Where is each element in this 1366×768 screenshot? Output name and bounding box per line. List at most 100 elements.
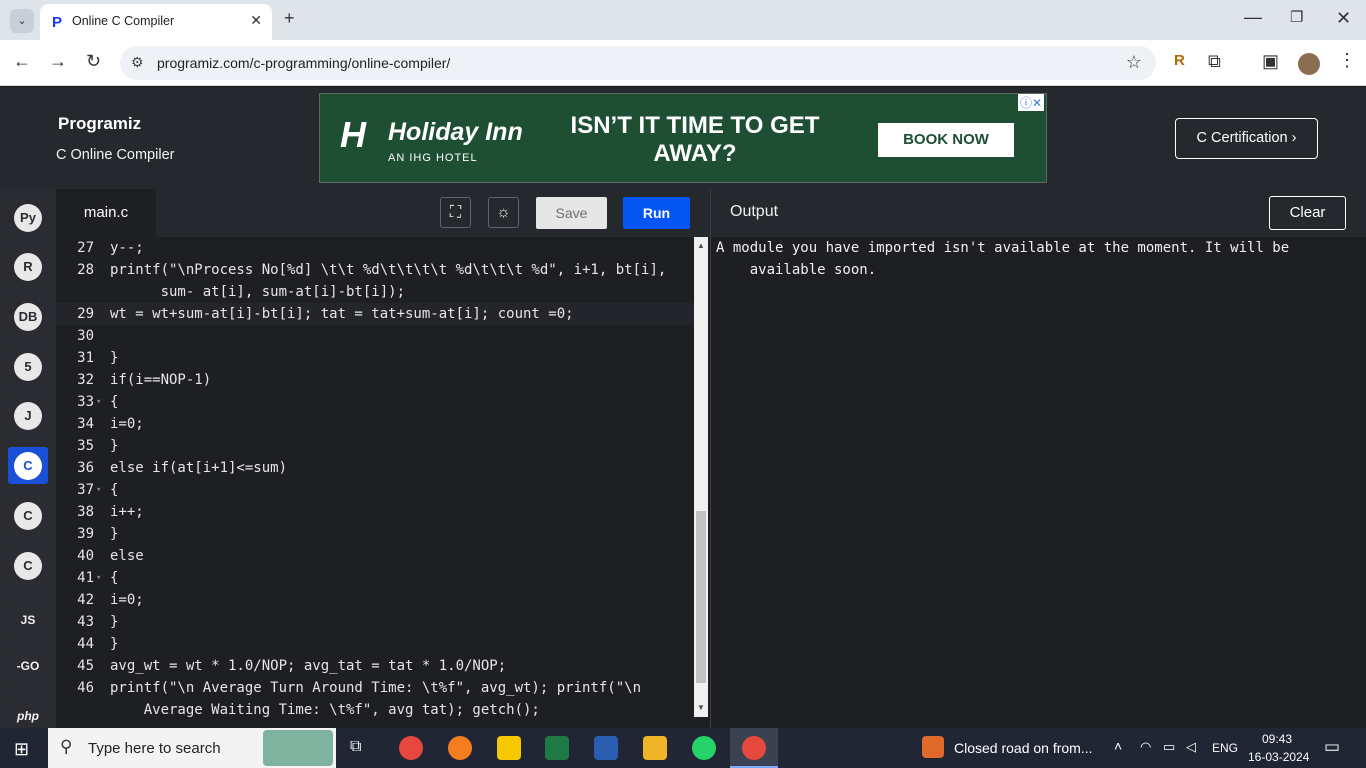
windows-taskbar: ⊞ ⚲ Type here to search ⧉ Closed road on… — [0, 728, 1366, 768]
html5-icon: 5 — [14, 352, 42, 381]
speaker-icon[interactable]: ◁ — [1186, 739, 1196, 755]
site-header: Programiz C Online Compiler H Holiday In… — [0, 87, 1366, 189]
code-line: 39} — [77, 526, 119, 542]
window-close-icon[interactable]: ✕ — [1336, 8, 1351, 29]
browser-menu-icon[interactable]: ⋮ — [1338, 50, 1356, 71]
file-explorer-app-icon[interactable] — [643, 736, 667, 760]
editor-toolbar: main.c ⛶ ☼ Save Run — [56, 189, 710, 237]
battery-icon[interactable]: ▭ — [1163, 739, 1175, 755]
python-icon: Py — [14, 203, 42, 232]
js-lang-button[interactable]: JS — [8, 601, 48, 638]
code-line: 38 i++; — [77, 504, 144, 520]
code-line: 35} — [77, 438, 119, 454]
java-lang-button[interactable]: J — [8, 397, 48, 434]
output-panel: Output Clear A module you have imported … — [710, 189, 1366, 729]
chrome-active-app[interactable] — [730, 728, 778, 768]
profile-avatar[interactable] — [1298, 53, 1320, 75]
site-info-icon[interactable]: ⚙ — [131, 54, 144, 71]
sql-lang-button[interactable]: DB — [8, 298, 48, 335]
minimize-icon[interactable]: — — [1244, 7, 1262, 28]
restore-icon[interactable]: ❐ — [1290, 8, 1303, 26]
taskbar-search-box[interactable]: ⚲ Type here to search — [48, 728, 336, 768]
close-tab-icon[interactable]: ✕ — [250, 12, 262, 29]
programiz-logo[interactable]: Programiz — [58, 114, 141, 134]
programiz-favicon-icon: P — [52, 14, 63, 31]
c-certification-button[interactable]: C Certification › — [1175, 118, 1318, 159]
csharp-icon: C — [14, 551, 42, 580]
tray-chevron-icon[interactable]: ˄ — [1114, 738, 1122, 754]
clock-date[interactable]: 16-03-2024 — [1248, 750, 1309, 764]
tab-search-chevron-icon[interactable]: ⌄ — [10, 9, 34, 33]
reload-icon[interactable]: ↻ — [86, 51, 101, 72]
clear-button[interactable]: Clear — [1269, 196, 1346, 230]
excel-app-icon[interactable] — [545, 736, 569, 760]
windows-start-icon[interactable]: ⊞ — [14, 739, 29, 760]
browser-toolbar: ← → ↻ ⚙ programiz.com/c-programming/onli… — [0, 40, 1366, 86]
ad-brand-sub: AN IHG HOTEL — [388, 152, 478, 164]
cpp-lang-button[interactable]: C — [8, 497, 48, 534]
output-console[interactable]: A module you have imported isn't availab… — [716, 237, 1356, 281]
browser-tab[interactable]: P Online C Compiler ✕ — [40, 4, 272, 40]
clock-time[interactable]: 09:43 — [1262, 732, 1292, 746]
forward-icon[interactable]: → — [49, 51, 67, 72]
side-panel-icon[interactable]: ▣ — [1262, 51, 1279, 72]
scroll-up-arrow-icon[interactable]: ▲ — [697, 241, 705, 250]
input-language[interactable]: ENG — [1212, 741, 1238, 755]
weather-traffic-icon[interactable] — [922, 736, 944, 758]
run-button[interactable]: Run — [623, 197, 690, 229]
back-icon[interactable]: ← — [13, 51, 31, 72]
new-tab-icon[interactable]: + — [284, 8, 295, 29]
editor-scrollbar-thumb[interactable] — [696, 511, 706, 683]
bookmark-star-icon[interactable]: ☆ — [1126, 52, 1142, 73]
chrome-app-icon[interactable] — [399, 736, 423, 760]
chrome-active-icon — [742, 736, 766, 760]
r-lang-button[interactable]: R — [8, 248, 48, 285]
whatsapp-app-icon[interactable] — [692, 736, 716, 760]
code-line: 40 else — [77, 548, 144, 564]
go-icon: -GO — [16, 658, 40, 673]
code-line-current: 29 wt = wt+sum-at[i]-bt[i]; tat = tat+sum… — [56, 303, 694, 325]
r-icon: R — [14, 252, 42, 281]
search-icon: ⚲ — [60, 737, 73, 756]
ad-headline: ISN’T IT TIME TO GET AWAY? — [570, 112, 820, 167]
js-icon: JS — [20, 612, 36, 627]
ad-book-now-button[interactable]: BOOK NOW — [878, 123, 1014, 157]
code-area[interactable]: 27 y--; 28 printf("\nProcess No[%d] \t\t %… — [56, 237, 694, 717]
weather-news-text[interactable]: Closed road on from... — [954, 740, 1093, 756]
go-lang-button[interactable]: -GO — [8, 647, 48, 684]
code-line: 36 else if(at[i+1]<=sum) — [77, 460, 288, 476]
task-view-icon[interactable]: ⧉ — [350, 738, 361, 756]
address-bar[interactable]: ⚙ programiz.com/c-programming/online-com… — [120, 46, 1156, 80]
csharp-lang-button[interactable]: C — [8, 547, 48, 584]
code-line: Average Waiting Time: \t%f", avg_tat); g… — [110, 702, 540, 717]
file-tab-main-c[interactable]: main.c — [56, 189, 156, 237]
python-lang-button[interactable]: Py — [8, 199, 48, 236]
wifi-icon[interactable]: ◠ — [1140, 739, 1151, 755]
cpp-icon: C — [14, 501, 42, 530]
output-header: Output Clear — [711, 189, 1366, 237]
ad-brand: Holiday Inn — [388, 118, 523, 146]
url-text: programiz.com/c-programming/online-compi… — [157, 55, 451, 71]
html-lang-button[interactable]: 5 — [8, 348, 48, 385]
tab-title: Online C Compiler — [72, 14, 175, 28]
theme-toggle-sun-icon[interactable]: ☼ — [488, 197, 519, 228]
extension-icon[interactable]: R — [1174, 52, 1185, 69]
scroll-down-arrow-icon[interactable]: ▼ — [697, 703, 705, 712]
sticky-notes-app-icon[interactable] — [497, 736, 521, 760]
output-title: Output — [730, 203, 779, 220]
page-subtitle: C Online Compiler — [56, 147, 175, 163]
search-placeholder: Type here to search — [88, 740, 221, 757]
code-line: 28 printf("\nProcess No[%d] \t\t %d\t\t\t… — [77, 262, 667, 278]
c-lang-button[interactable]: C — [8, 447, 48, 484]
ad-choices-close-icon[interactable]: ⓘ✕ — [1017, 94, 1044, 111]
language-sidebar: Py R DB 5 J C C C JS -GO php — [0, 189, 56, 734]
browser-tab-bar: ⌄ P Online C Compiler ✕ + — ❐ ✕ — [0, 0, 1366, 40]
word-app-icon[interactable] — [594, 736, 618, 760]
save-button[interactable]: Save — [536, 197, 607, 229]
output-line: available soon. — [716, 262, 877, 278]
fullscreen-icon[interactable]: ⛶ — [440, 197, 471, 228]
extensions-puzzle-icon[interactable]: ⧉ — [1208, 51, 1221, 72]
advertisement-banner[interactable]: H Holiday Inn AN IHG HOTEL ISN’T IT TIME… — [319, 93, 1047, 183]
firefox-app-icon[interactable] — [448, 736, 472, 760]
notifications-icon[interactable]: ▭ — [1324, 737, 1340, 757]
